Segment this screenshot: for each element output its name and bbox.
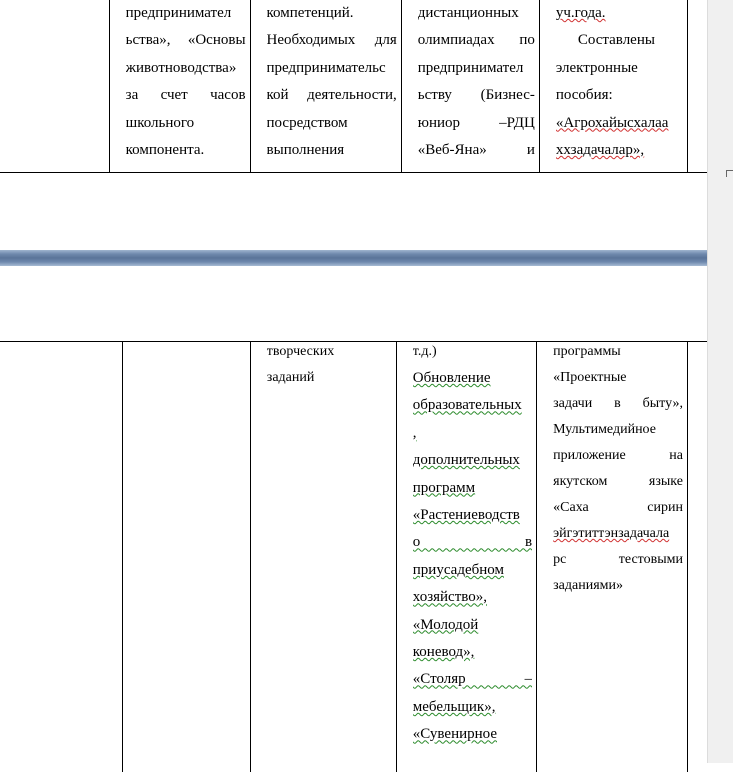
cell-text: посредством: [266, 114, 348, 131]
cell-text: дополнительных: [412, 452, 520, 469]
cell-text: предпринимател: [125, 5, 232, 21]
cell-text: уч.года.: [555, 5, 606, 21]
table-cell-col2: предпринимател ьства», «Основы животново…: [108, 0, 251, 173]
cell-text: т.д.): [412, 344, 437, 359]
table-cell-col1: [0, 341, 124, 772]
cell-text: предпринимател: [417, 59, 524, 76]
cell-text: рс тестовыми: [553, 552, 683, 567]
text-boundary-mark: [726, 170, 733, 177]
cell-text: «Проектные: [553, 370, 627, 385]
cell-text: Обновление: [412, 370, 491, 386]
cell-text: электронные: [555, 59, 638, 76]
table-row: творческих заданий т.д.) Обновление обра…: [0, 341, 708, 772]
cell-text: «Растениеводств: [412, 507, 520, 524]
cell-text: выполнения: [266, 142, 345, 159]
cell-text: кой деятельности,: [266, 87, 397, 104]
cell-text: якутском языке: [553, 474, 683, 489]
cell-text: ххзадачалар»,: [555, 142, 645, 159]
table-cell-col5: уч.года. Составлены электронные пособия:…: [538, 0, 688, 173]
cell-text: о в: [412, 534, 533, 551]
cell-text: «Сувенирное: [412, 726, 497, 743]
cell-text: эйгэтиттэнзадачала: [553, 526, 670, 541]
cell-text: ьства», «Основы: [125, 32, 246, 49]
document-page-bottom: творческих заданий т.д.) Обновление обра…: [0, 266, 708, 772]
cell-text: пособия:: [555, 87, 613, 104]
cell-text: «Саха сирин: [553, 500, 683, 515]
cell-text: предпринимательс: [266, 59, 386, 76]
cell-text: ,: [412, 424, 417, 441]
cell-text: Мультимедийное: [553, 422, 656, 437]
vertical-scrollbar[interactable]: [707, 0, 733, 763]
table-cell-col3: компетенций. Необходимых для предпринима…: [249, 0, 402, 173]
table-cell-col2: [122, 341, 251, 772]
table-row: предпринимател ьства», «Основы животново…: [0, 0, 708, 173]
cell-text: приложение на: [553, 448, 683, 463]
cell-text: приусадебном: [412, 561, 504, 578]
cell-text: «Столяр –: [412, 671, 533, 688]
cell-text: программ: [412, 479, 476, 496]
cell-text: животноводства»: [125, 59, 237, 76]
cell-text: Составлены: [577, 32, 655, 49]
table-cell-col5: программы «Проектные задачи в быту», Мул…: [536, 341, 688, 772]
table-cell-col3: творческих заданий: [249, 341, 397, 772]
cell-text: программы: [553, 344, 621, 359]
cell-text: ьству (Бизнес-: [417, 87, 535, 104]
table-cell-col6: [686, 0, 708, 173]
document-table-top: предпринимател ьства», «Основы животново…: [0, 0, 708, 173]
cell-text: образовательных: [412, 397, 522, 414]
page-separator: [0, 250, 733, 266]
cell-text: коневод»,: [412, 644, 475, 661]
table-cell-col1: [0, 0, 110, 173]
cell-text: «Молодой: [412, 616, 479, 633]
cell-text: заданий: [266, 370, 315, 385]
cell-text: школьного: [125, 114, 195, 131]
table-cell-col4: дистанционных олимпиадах по предпринимат…: [400, 0, 540, 173]
table-cell-col6: [686, 341, 708, 772]
cell-text: «Веб-Яна» и: [417, 142, 535, 159]
cell-text: Необходимых для: [266, 32, 397, 49]
cell-text: задачи в быту»,: [553, 396, 683, 411]
cell-text: дистанционных: [417, 5, 519, 21]
cell-text: олимпиадах по: [417, 32, 535, 49]
cell-text: заданиями»: [553, 578, 623, 593]
cell-text: компетенций.: [266, 5, 354, 21]
cell-text: творческих: [266, 344, 335, 359]
cell-text: мебельщик»,: [412, 698, 496, 715]
cell-text: хозяйство»,: [412, 589, 488, 606]
cell-text: юниор –РДЦ: [417, 114, 535, 131]
cell-text: компонента.: [125, 142, 205, 159]
table-cell-col4: т.д.) Обновление образовательных , допол…: [395, 341, 538, 772]
cell-text: за счет часов: [125, 87, 246, 104]
document-table-bottom: творческих заданий т.д.) Обновление обра…: [0, 341, 708, 772]
cell-text: «Агрохайысхалаа: [555, 114, 669, 131]
document-page-top: предпринимател ьства», «Основы животново…: [0, 0, 708, 250]
